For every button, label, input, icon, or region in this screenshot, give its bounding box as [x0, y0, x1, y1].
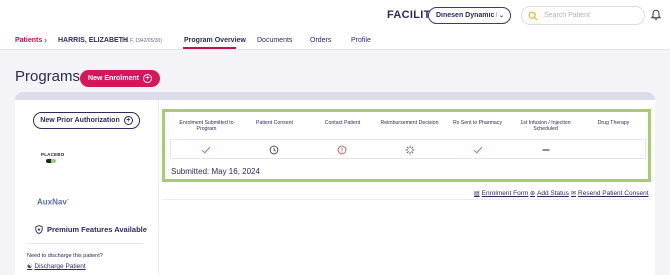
new-enrolment-button[interactable]: New Enrolment + [80, 70, 160, 87]
add-status-label: Add Status [537, 190, 569, 197]
divider [162, 199, 651, 200]
enrolment-form-link[interactable]: ▤ Enrolment Form [474, 190, 528, 197]
patient-name: HARRIS, ELIZABETH [58, 37, 128, 44]
active-tab-indicator [183, 47, 236, 49]
new-prior-authorization-button[interactable]: New Prior Authorization + [33, 112, 140, 129]
tab-profile[interactable]: Profile [351, 37, 371, 44]
spinner-icon[interactable] [405, 145, 415, 155]
patient-meta: (81, F, 1942/05/30) [120, 38, 162, 44]
discharge-question: Need to discharge this patient? [27, 253, 103, 259]
enrolment-form-label: Enrolment Form [481, 190, 529, 197]
breadcrumb-patients-link[interactable]: Patients [15, 37, 42, 44]
resend-consent-label: Resend Patient Consent [578, 190, 649, 197]
facility-select[interactable]: Dinesen Dynamic H... ⌄ [428, 7, 511, 24]
prior-auth-label: New Prior Authorization [40, 117, 120, 124]
step-status-row [170, 139, 646, 159]
facility-select-value: Dinesen Dynamic H... [436, 12, 497, 19]
placebo-logo[interactable]: PLACEBO [41, 152, 65, 164]
mail-icon: ✉ [571, 191, 577, 197]
auxnav-logo[interactable]: AuxNav+ [37, 197, 69, 207]
shield-icon [35, 225, 43, 234]
step-label-enrolment-submitted: Enrolment Submitted to Program [179, 120, 234, 133]
step-label-first-infusion: 1st Infusion / Injection Scheduled [520, 120, 571, 133]
page-title: Programs [15, 68, 81, 85]
plus-circle-icon: + [123, 116, 133, 125]
plus-circle-icon: + [142, 74, 152, 83]
search-input[interactable] [544, 12, 634, 19]
dash-icon[interactable] [541, 145, 551, 155]
alert-icon[interactable] [337, 145, 347, 155]
auxnav-logo-text: AuxNav [37, 197, 67, 207]
breadcrumb: Patients › HARRIS, ELIZABETH (81, F, 194… [0, 32, 670, 50]
divider [27, 243, 143, 244]
resend-patient-consent-link[interactable]: ✉ Resend Patient Consent [571, 190, 649, 197]
bell-icon[interactable] [650, 9, 662, 21]
search-icon [528, 11, 538, 20]
tab-documents[interactable]: Documents [257, 37, 292, 44]
premium-label: Premium Features Available [47, 225, 147, 234]
search-box[interactable] [521, 6, 645, 25]
progress-tracker: Enrolment Submitted to Program Patient C… [162, 109, 651, 182]
submitted-date: Submitted: May 16, 2024 [171, 167, 260, 176]
step-label-reimbursement-decision: Reimbursement Decision [380, 120, 439, 126]
plus-circle-icon: ⊕ [530, 191, 536, 197]
step-label-drug-therapy: Drug Therapy [597, 120, 630, 126]
tab-orders[interactable]: Orders [310, 37, 331, 44]
check-icon[interactable] [201, 145, 211, 155]
add-status-link[interactable]: ⊕ Add Status [530, 190, 569, 197]
new-enrolment-label: New Enrolment [88, 75, 139, 82]
person-minus-icon: ☯ [27, 264, 33, 270]
clock-icon[interactable] [269, 145, 279, 155]
document-icon: ▤ [474, 191, 480, 197]
step-label-rx-sent: Rx Sent to Pharmacy [452, 120, 502, 126]
check-icon[interactable] [473, 145, 483, 155]
discharge-link-label: Discharge Patient [34, 263, 86, 270]
step-label-contact-patient: Contact Patient [324, 120, 361, 126]
pill-icon [46, 159, 56, 163]
step-label-patient-consent: Patient Consent [256, 120, 293, 126]
tab-program-overview[interactable]: Program Overview [184, 37, 246, 44]
top-bar: FACILITY Dinesen Dynamic H... ⌄ [0, 0, 670, 32]
chevron-down-icon: ⌄ [498, 13, 504, 19]
discharge-patient-link[interactable]: ☯ Discharge Patient [27, 263, 86, 270]
placebo-logo-text: PLACEBO [41, 152, 65, 157]
premium-features-link[interactable]: Premium Features Available [35, 225, 147, 234]
chevron-right-icon: › [44, 35, 47, 45]
